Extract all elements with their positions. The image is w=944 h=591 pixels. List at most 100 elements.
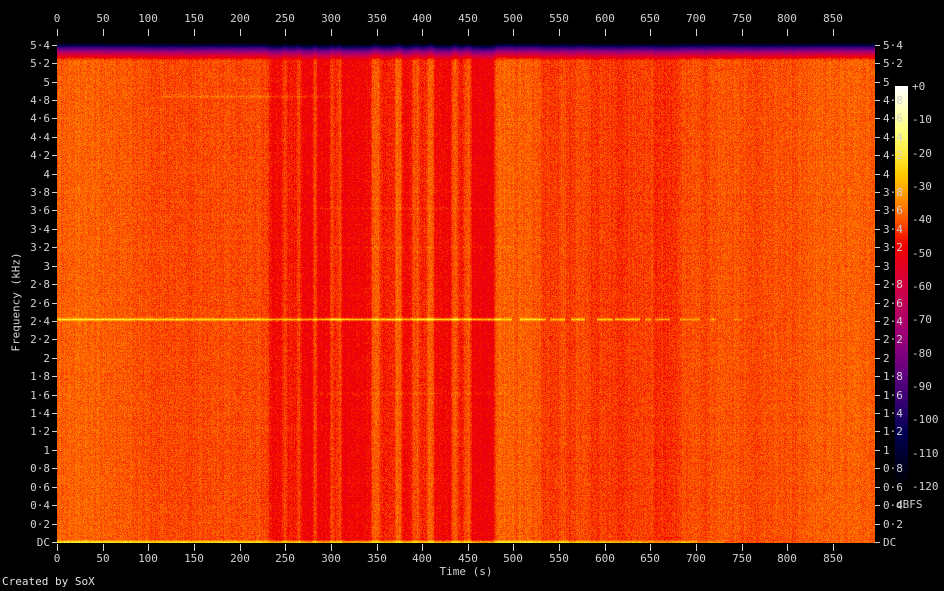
y-axis-tick-left	[52, 376, 57, 377]
y-axis-tick-label-left: 1·2	[6, 425, 50, 438]
y-axis-tick-left	[52, 174, 57, 175]
y-axis-tick-label-right: 3	[883, 260, 890, 273]
x-axis-tick-label-top: 600	[585, 12, 625, 25]
y-axis-tick-right	[875, 118, 880, 119]
colorbar-tick-label: -60	[912, 280, 932, 293]
x-axis-tick-label-bottom: 200	[220, 552, 260, 565]
x-axis-tick-label-top: 700	[676, 12, 716, 25]
x-axis-tick-label-bottom: 400	[402, 552, 442, 565]
colorbar-tick-label: -120	[912, 480, 939, 493]
x-axis-tick-bottom	[240, 544, 241, 551]
y-axis-tick-label-right: 0·2	[883, 518, 903, 531]
x-axis-tick-label-bottom: 600	[585, 552, 625, 565]
x-axis-tick-bottom	[468, 544, 469, 551]
y-axis-tick-label-right: 4·2	[883, 149, 903, 162]
y-axis-tick-right	[875, 303, 880, 304]
y-axis-tick-label-left: 5·2	[6, 57, 50, 70]
x-axis-tick-label-top: 400	[402, 12, 442, 25]
x-axis-tick-bottom	[103, 544, 104, 551]
y-axis-tick-right	[875, 339, 880, 340]
y-axis-tick-label-left: 5	[6, 76, 50, 89]
sox-spectrogram-window: 0050501001001501502002002502503003003503…	[0, 0, 944, 591]
created-by-sox-credit: Created by SoX	[2, 575, 95, 588]
y-axis-tick-right	[875, 100, 880, 101]
x-axis-tick-bottom	[377, 544, 378, 551]
x-axis-tick-label-top: 850	[813, 12, 853, 25]
y-axis-tick-label-right: 4	[883, 168, 890, 181]
x-axis-tick-label-bottom: 500	[493, 552, 533, 565]
y-axis-tick-right	[875, 321, 880, 322]
colorbar-tick-label: -110	[912, 447, 939, 460]
y-axis-tick-label-left: 2	[6, 352, 50, 365]
y-axis-tick-left	[52, 137, 57, 138]
y-axis-tick-left	[52, 487, 57, 488]
y-axis-tick-left	[52, 524, 57, 525]
y-axis-tick-label-right: 2·4	[883, 315, 903, 328]
x-axis-tick-top	[148, 29, 149, 36]
y-axis-tick-label-right: 4·6	[883, 112, 903, 125]
y-axis-tick-label-right: 0·6	[883, 481, 903, 494]
y-axis-tick-label-right: 4·4	[883, 131, 903, 144]
y-axis-tick-label-right: 0·8	[883, 462, 903, 475]
y-axis-tick-right	[875, 210, 880, 211]
y-axis-tick-label-left: 1	[6, 444, 50, 457]
y-axis-tick-left	[52, 100, 57, 101]
x-axis-tick-label-top: 300	[311, 12, 351, 25]
x-axis-tick-label-bottom: 50	[83, 552, 123, 565]
y-axis-tick-right	[875, 487, 880, 488]
y-axis-tick-left	[52, 210, 57, 211]
x-axis-tick-top	[605, 29, 606, 36]
y-axis-tick-left	[52, 229, 57, 230]
colorbar-tick-label: +0	[912, 80, 925, 93]
y-axis-tick-label-left: 4	[6, 168, 50, 181]
colorbar-tick-label: -50	[912, 247, 932, 260]
x-axis-tick-top	[422, 29, 423, 36]
y-axis-tick-label-left: 0·6	[6, 481, 50, 494]
colorbar-tick-label: -90	[912, 380, 932, 393]
x-axis-tick-bottom	[559, 544, 560, 551]
x-axis-tick-label-top: 450	[448, 12, 488, 25]
y-axis-tick-left	[52, 542, 57, 543]
y-axis-tick-label-left: 4·2	[6, 149, 50, 162]
y-axis-tick-right	[875, 450, 880, 451]
y-axis-tick-label-right: 1·8	[883, 370, 903, 383]
x-axis-tick-bottom	[605, 544, 606, 551]
x-axis-tick-top	[696, 29, 697, 36]
y-axis-tick-label-right: 1·2	[883, 425, 903, 438]
y-axis-tick-label-right: 1·6	[883, 389, 903, 402]
y-axis-tick-left	[52, 284, 57, 285]
x-axis-tick-top	[787, 29, 788, 36]
y-axis-tick-label-right: 4·8	[883, 94, 903, 107]
y-axis-tick-right	[875, 468, 880, 469]
x-axis-tick-top	[468, 29, 469, 36]
x-axis-tick-top	[559, 29, 560, 36]
y-axis-tick-label-left: 3·8	[6, 186, 50, 199]
y-axis-tick-label-left: 4·6	[6, 112, 50, 125]
y-axis-tick-label-right: 5	[883, 76, 890, 89]
y-axis-tick-label-right: 3·8	[883, 186, 903, 199]
y-axis-tick-label-right: 1	[883, 444, 890, 457]
y-axis-tick-label-right: 3·4	[883, 223, 903, 236]
y-axis-tick-label-left: 0·8	[6, 462, 50, 475]
y-axis-tick-left	[52, 45, 57, 46]
y-axis-tick-left	[52, 339, 57, 340]
y-axis-tick-label-left: 4·4	[6, 131, 50, 144]
y-axis-tick-left	[52, 303, 57, 304]
y-axis-tick-label-right: 3·6	[883, 204, 903, 217]
x-axis-tick-label-top: 650	[630, 12, 670, 25]
y-axis-tick-label-left: 1·8	[6, 370, 50, 383]
x-axis-tick-top	[742, 29, 743, 36]
x-axis-tick-bottom	[650, 544, 651, 551]
y-axis-tick-left	[52, 63, 57, 64]
y-axis-tick-right	[875, 376, 880, 377]
colorbar-tick-label: -20	[912, 147, 932, 160]
x-axis-tick-label-bottom: 700	[676, 552, 716, 565]
x-axis-tick-top	[194, 29, 195, 36]
frequency-axis-label: Frequency (kHz)	[10, 252, 23, 351]
colorbar-tick-label: -30	[912, 180, 932, 193]
x-axis-tick-label-top: 350	[357, 12, 397, 25]
y-axis-tick-left	[52, 247, 57, 248]
x-axis-tick-label-top: 200	[220, 12, 260, 25]
y-axis-tick-label-left: 1·4	[6, 407, 50, 420]
y-axis-tick-right	[875, 247, 880, 248]
